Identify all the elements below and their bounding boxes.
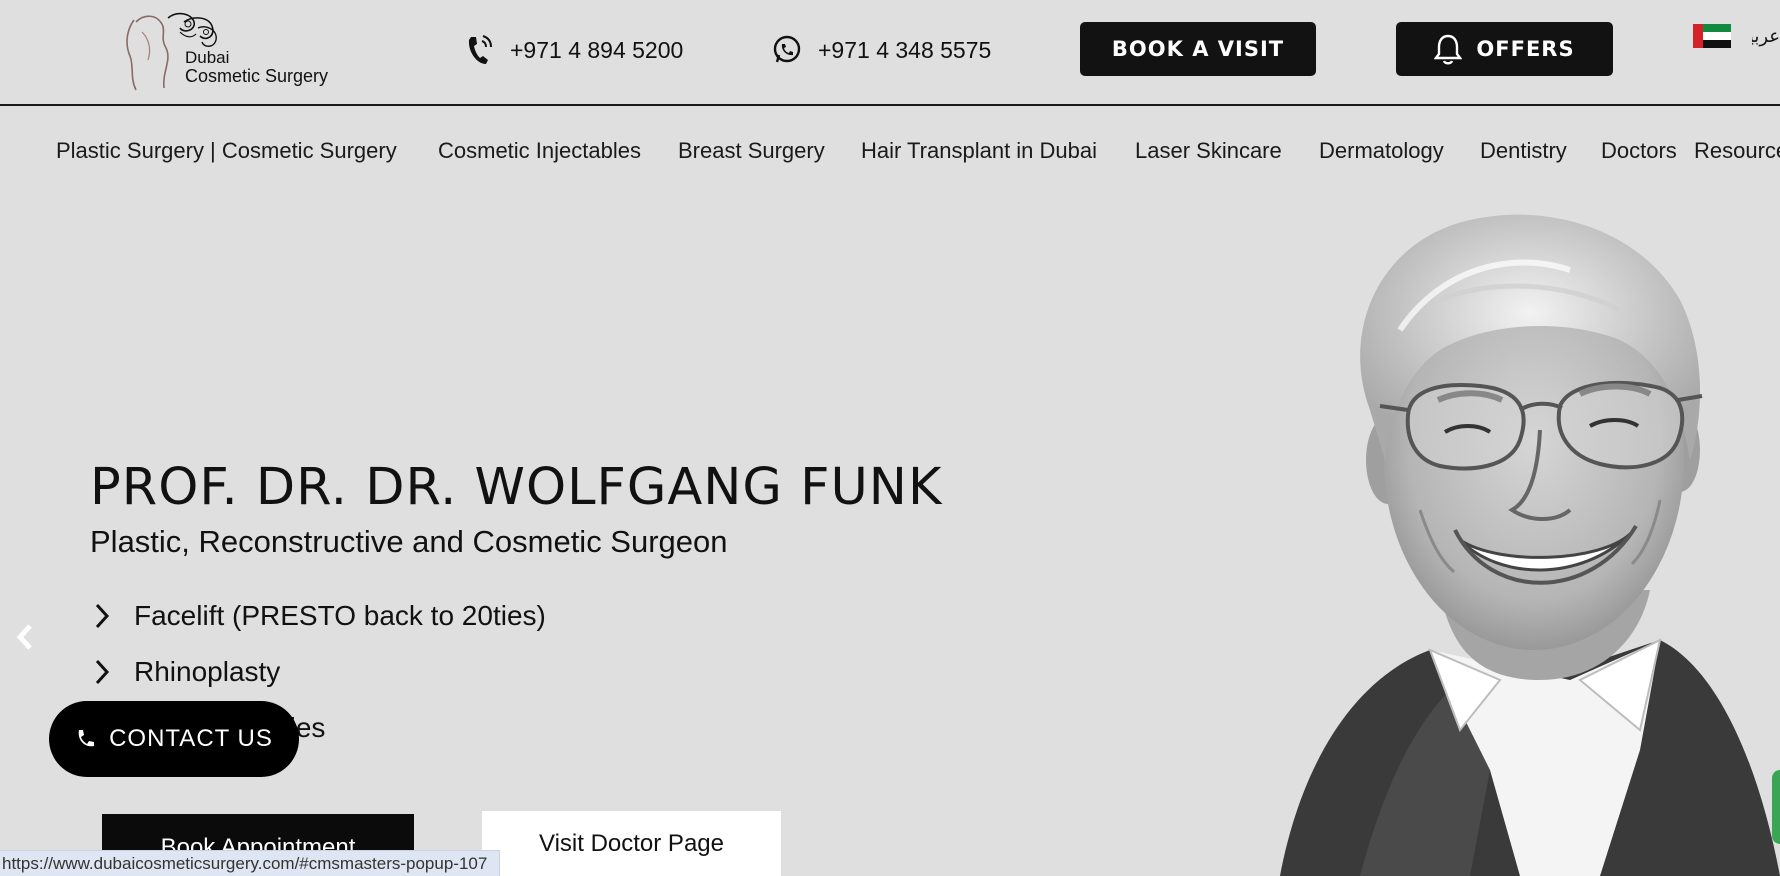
doctor-name-heading: PROF. DR. DR. WOLFGANG FUNK [90, 458, 943, 517]
specialty-item: Facelift (PRESTO back to 20ties) [94, 600, 546, 632]
nav-item-doctors[interactable]: Doctors [1601, 138, 1677, 164]
book-visit-button[interactable]: BOOK A VISIT [1080, 22, 1316, 76]
top-header: Dubai Cosmetic Surgery +971 4 894 5200 +… [0, 0, 1780, 106]
specialty-item: Rhinoplasty [94, 656, 280, 688]
uae-flag-icon[interactable] [1693, 24, 1731, 48]
phone-number-primary: +971 4 894 5200 [510, 36, 684, 63]
bell-icon [1434, 33, 1463, 65]
side-widget-tab[interactable] [1772, 770, 1780, 844]
nav-item-dentistry[interactable]: Dentistry [1480, 138, 1567, 164]
doctor-title-subheading: Plastic, Reconstructive and Cosmetic Sur… [90, 524, 728, 559]
nav-item-hair-transplant[interactable]: Hair Transplant in Dubai [861, 138, 1097, 164]
chevron-left-icon [16, 624, 32, 650]
phone-link-primary[interactable]: +971 4 894 5200 [464, 32, 683, 68]
specialty-label: Facelift (PRESTO back to 20ties) [134, 600, 546, 631]
whatsapp-icon [772, 33, 802, 67]
site-logo[interactable]: Dubai Cosmetic Surgery [122, 8, 332, 92]
slider-prev-arrow[interactable] [14, 622, 36, 652]
phone-icon [75, 728, 97, 750]
chevron-right-icon [94, 658, 116, 686]
offers-button[interactable]: OFFERS [1396, 22, 1613, 76]
contact-us-label: CONTACT US [109, 725, 273, 752]
nav-item-dermatology[interactable]: Dermatology [1319, 138, 1444, 164]
nav-item-plastic-surgery[interactable]: Plastic Surgery | Cosmetic Surgery [56, 138, 397, 164]
browser-status-url: https://www.dubaicosmeticsurgery.com/#cm… [0, 850, 501, 876]
visit-doctor-page-button[interactable]: Visit Doctor Page [482, 811, 781, 876]
nav-item-cosmetic-injectables[interactable]: Cosmetic Injectables [438, 138, 641, 164]
specialty-label: Rhinoplasty [134, 656, 281, 687]
logo-text-line1: Dubai [185, 48, 230, 67]
whatsapp-link[interactable]: +971 4 348 5575 [772, 32, 991, 68]
nav-item-resources[interactable]: Resources [1694, 138, 1780, 164]
language-switch-link[interactable]: عربية [1752, 26, 1780, 47]
nav-item-laser-skincare[interactable]: Laser Skincare [1135, 138, 1282, 164]
contact-us-button[interactable]: CONTACT US [49, 701, 299, 777]
offers-label: OFFERS [1476, 37, 1575, 61]
logo-text-line2: Cosmetic Surgery [185, 66, 329, 86]
nav-item-breast-surgery[interactable]: Breast Surgery [678, 138, 825, 164]
phone-icon [464, 33, 494, 67]
doctor-portrait [1280, 214, 1780, 876]
main-navigation: Plastic Surgery | Cosmetic Surgery Cosme… [0, 108, 1780, 190]
whatsapp-number: +971 4 348 5575 [818, 36, 992, 63]
chevron-right-icon [94, 602, 116, 630]
